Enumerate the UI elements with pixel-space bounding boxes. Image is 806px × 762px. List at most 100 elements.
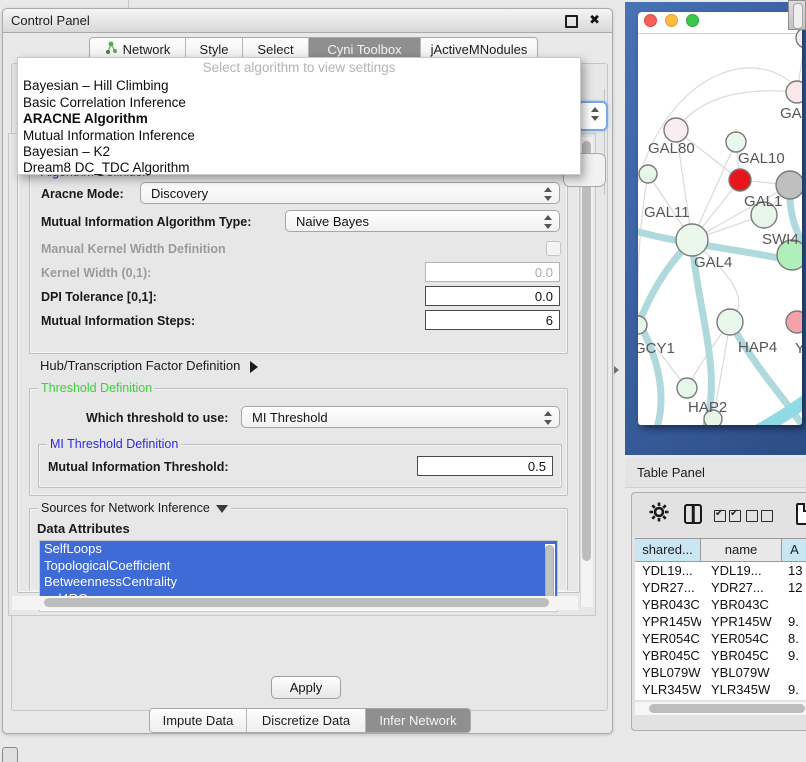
dpi-tolerance-label: DPI Tolerance [0,1]: [41, 290, 157, 304]
hub-definition-toggle[interactable]: Hub/Transcription Factor Definition [40, 358, 258, 373]
node-label: GAL80 [648, 140, 695, 157]
settings-vertical-scrollbar[interactable] [580, 137, 593, 607]
algorithm-option[interactable]: Dream8 DC_TDC Algorithm [21, 160, 576, 176]
panel-splitter-handle[interactable] [614, 366, 619, 374]
node-hap4[interactable] [717, 309, 743, 335]
node-gal4[interactable] [676, 224, 708, 256]
column-header-partial[interactable]: A [782, 539, 806, 561]
node-partial-top[interactable] [796, 28, 802, 48]
which-threshold-combo[interactable]: MI Threshold [241, 406, 560, 428]
node-near-gal10[interactable] [726, 132, 746, 152]
aracne-mode-label: Aracne Mode: [41, 187, 124, 201]
tab-label: Infer Network [379, 713, 456, 728]
aracne-mode-combo[interactable]: Discovery [140, 182, 560, 204]
list-item[interactable]: TopologicalCoefficient [40, 558, 557, 575]
network-window[interactable]: GAL GAL80 GAL10 GAL1 GAL11 SWI4 GAL4 GCY… [638, 12, 802, 425]
data-attributes-label: Data Attributes [37, 521, 130, 536]
algorithm-dropdown-popup: Select algorithm to view settings Bayesi… [17, 57, 581, 175]
column-header-name[interactable]: name [701, 539, 782, 561]
collapsed-arrow-icon [250, 361, 258, 373]
table-row[interactable]: YBR043CYBR043C [635, 596, 806, 613]
node-red-selected[interactable] [729, 169, 751, 191]
tab-infer-network[interactable]: Infer Network [366, 709, 470, 732]
table-panel-title: Table Panel [637, 465, 705, 480]
mi-threshold-field[interactable]: 0.5 [417, 456, 553, 476]
node-label: HAP2 [688, 399, 727, 416]
table-row[interactable]: YER054CYER054C8. [635, 630, 806, 647]
node-hap2[interactable] [677, 378, 697, 398]
table-row[interactable]: YDR27...YDR27...12 [635, 579, 806, 596]
table-horizontal-scrollbar[interactable] [635, 702, 806, 715]
algorithm-option[interactable]: Bayesian – Hill Climbing [21, 78, 576, 94]
deselect-all-checkboxes-icon[interactable] [746, 509, 776, 527]
algorithm-dropdown-placeholder: Select algorithm to view settings [18, 60, 580, 75]
node-gal80[interactable] [664, 118, 688, 142]
combo-value: Naive Bayes [296, 214, 369, 229]
group-title: MI Threshold Definition [47, 437, 181, 451]
expanded-arrow-icon [216, 505, 228, 513]
scrollbar-thumb[interactable] [649, 704, 805, 713]
inference-algorithm-combo-fragment[interactable] [577, 101, 608, 131]
table-row[interactable]: YLR345WYLR345W9. [635, 681, 806, 698]
application-window: Control Panel ✖ Network Style Select Cyn… [0, 0, 806, 762]
table-row[interactable]: YPR145WYPR145W9. [635, 613, 806, 630]
algorithm-option-highlighted[interactable]: ARACNE Algorithm [21, 111, 576, 127]
select-all-checkboxes-icon[interactable] [714, 509, 744, 527]
node-gal11[interactable] [639, 165, 657, 183]
stepper-arrows-icon [543, 215, 552, 229]
tab-impute-data[interactable]: Impute Data [150, 709, 247, 732]
control-panel-title: Control Panel [11, 13, 90, 28]
mi-steps-field[interactable]: 6 [425, 310, 560, 330]
list-item[interactable]: SelfLoops [40, 541, 557, 558]
tab-label: Network [123, 42, 171, 57]
table-settings-gear-icon[interactable] [648, 501, 670, 528]
bottom-corner-icon[interactable] [2, 747, 18, 762]
mi-threshold-label: Mutual Information Threshold: [48, 460, 229, 474]
table-panel-header: Table Panel [625, 458, 806, 488]
node-label: Y [795, 340, 802, 357]
group-threshold-definition: Threshold Definition Which threshold to … [29, 388, 568, 496]
dpi-tolerance-field[interactable]: 0.0 [425, 286, 560, 306]
algorithm-option[interactable]: Bayesian – K2 [21, 144, 576, 160]
combo-value: MI Threshold [252, 410, 328, 425]
combo-value: Discovery [151, 186, 208, 201]
close-icon[interactable]: ✖ [589, 12, 600, 28]
list-item[interactable]: BetweennessCentrality [40, 574, 557, 591]
mi-type-combo[interactable]: Naive Bayes [285, 210, 560, 232]
group-sources: Sources for Network Inference Data Attri… [29, 508, 568, 591]
tab-discretize-data[interactable]: Discretize Data [247, 709, 366, 732]
apply-button[interactable]: Apply [271, 676, 341, 699]
list-vertical-scrollbar[interactable] [545, 544, 555, 604]
table-row[interactable]: YBL079WYBL079W [635, 664, 806, 681]
tab-label: Style [200, 42, 229, 57]
table-row[interactable]: YBR045CYBR045C9. [635, 647, 806, 664]
node-salmon[interactable] [786, 311, 802, 333]
sources-title-label: Sources for Network Inference [41, 501, 210, 515]
node-label: GAL1 [744, 193, 782, 210]
scrollbar-thumb[interactable] [582, 141, 591, 561]
tab-label: Cyni Toolbox [327, 42, 401, 57]
control-panel-titlebar[interactable]: Control Panel ✖ [3, 9, 612, 33]
split-columns-icon[interactable] [684, 504, 702, 524]
group-mi-threshold-definition: MI Threshold Definition Mutual Informati… [38, 444, 562, 488]
scrollbar-thumb[interactable] [44, 598, 549, 607]
algorithm-option[interactable]: Mutual Information Inference [21, 128, 576, 144]
column-header-shared-name[interactable]: shared... [635, 539, 701, 561]
file-icon[interactable] [796, 503, 806, 525]
kernel-width-field[interactable]: 0.0 [425, 262, 560, 282]
table-row[interactable]: YDL19...YDL19...13 [635, 562, 806, 579]
background-window-fragment [788, 0, 806, 30]
group-algorithm-definition: Algorithm Definition Aracne Mode: Discov… [29, 172, 568, 354]
tab-label: Impute Data [163, 713, 234, 728]
float-window-icon[interactable] [565, 15, 578, 28]
table-row[interactable]: YIL052CYIL052C8 [635, 698, 806, 700]
group-cyni-algorithm-settings: Cyni Algorithm Settings Algorithm Defini… [17, 145, 580, 593]
node-label: GAL10 [738, 150, 785, 167]
settings-horizontal-scrollbar[interactable] [12, 596, 578, 610]
stepper-arrows-icon [543, 187, 552, 201]
algorithm-option[interactable]: Basic Correlation Inference [21, 95, 576, 111]
node-gal-partial[interactable] [786, 81, 802, 103]
tab-label: Discretize Data [262, 713, 350, 728]
group-title: Threshold Definition [38, 381, 155, 395]
manual-kernel-checkbox[interactable] [546, 241, 561, 256]
